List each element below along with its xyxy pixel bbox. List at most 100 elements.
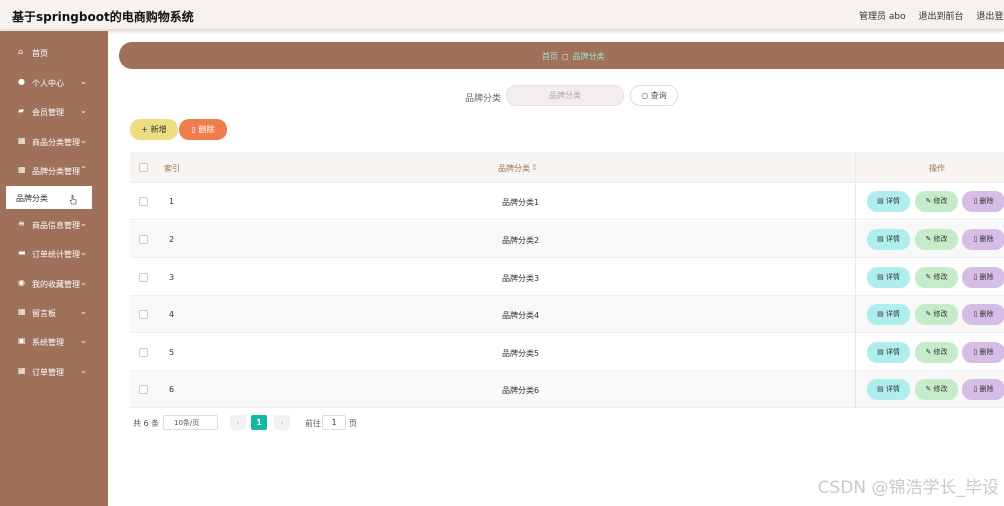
detail-button[interactable]: ▤ 详情 xyxy=(867,304,910,325)
trash-icon: ▯ xyxy=(973,348,978,356)
delete-button[interactable]: ▯ 删除 xyxy=(962,342,1004,363)
delete-label: 删除 xyxy=(979,310,994,318)
edit-button[interactable]: ✎ 修改 xyxy=(915,342,958,363)
sidebar-subitem-label: 品牌分类 xyxy=(16,194,48,203)
row-checkbox[interactable] xyxy=(139,348,148,357)
edit-button[interactable]: ✎ 修改 xyxy=(915,229,958,250)
admin-label: 管理员 abo xyxy=(859,12,906,22)
delete-button[interactable]: ▯ 删除 xyxy=(962,304,1004,325)
row-checkbox[interactable] xyxy=(139,197,148,206)
sidebar-item-system[interactable]: ▣ 系统管理 ⌄ xyxy=(0,331,108,353)
trash-icon: ▯ xyxy=(191,125,196,134)
edit-button[interactable]: ✎ 修改 xyxy=(915,191,958,212)
delete-label: 删除 xyxy=(979,235,994,243)
sidebar-item-favorites[interactable]: ◉ 我的收藏管理 ⌄ xyxy=(0,273,108,295)
sidebar-item-order-stats[interactable]: ▬ 订单统计管理 ⌄ xyxy=(0,243,108,265)
home-icon: ⌂ xyxy=(18,47,24,56)
current-page-button[interactable]: 1 xyxy=(251,415,267,430)
detail-button[interactable]: ▤ 详情 xyxy=(867,229,910,250)
table-row: 6 品牌分类6 ▤ 详情 ✎ 修改 ▯ 删除 xyxy=(130,371,1004,408)
search-label: 品牌分类 xyxy=(465,94,502,104)
delete-label: 删除 xyxy=(979,348,994,356)
sidebar-item-label: 订单管理 xyxy=(32,368,64,377)
grid-icon: ▦ xyxy=(18,136,26,145)
delete-label: 删除 xyxy=(979,385,994,393)
grid-icon: ▦ xyxy=(18,165,26,174)
pencil-icon: ✎ xyxy=(925,273,932,281)
detail-button[interactable]: ▤ 详情 xyxy=(867,379,910,400)
gear-icon: ▣ xyxy=(18,336,26,345)
edit-button[interactable]: ✎ 修改 xyxy=(915,304,958,325)
delete-button[interactable]: ▯ 删除 xyxy=(962,379,1004,400)
chevron-down-icon: ⌄ xyxy=(80,248,87,257)
detail-button[interactable]: ▤ 详情 xyxy=(867,191,910,212)
chevron-down-icon: ⌄ xyxy=(80,219,87,228)
sidebar-item-label: 商品信息管理 xyxy=(32,221,80,230)
add-button[interactable]: + 新增 xyxy=(130,119,178,140)
chevron-down-icon: ⌄ xyxy=(80,278,87,287)
sidebar-item-label: 留言板 xyxy=(32,309,56,318)
delete-button[interactable]: ▯ 删除 xyxy=(962,229,1004,250)
sidebar-item-profile[interactable]: ● 个人中心 ⌄ xyxy=(0,72,108,94)
delete-button[interactable]: ▯ 删除 xyxy=(962,191,1004,212)
delete-button[interactable]: ▯ 删除 xyxy=(962,267,1004,288)
detail-button[interactable]: ▤ 详情 xyxy=(867,342,910,363)
cell-index: 3 xyxy=(169,273,175,282)
sidebar-item-label: 会员管理 xyxy=(32,108,64,117)
chart-icon: ▬ xyxy=(18,248,26,257)
sidebar-item-product-category[interactable]: ▦ 商品分类管理 ⌄ xyxy=(0,131,108,153)
top-right-links: 管理员 abo 退出到前台 退出登录 xyxy=(859,9,1004,22)
detail-label: 详情 xyxy=(885,385,900,393)
sort-icon[interactable]: ⇕ xyxy=(531,163,538,172)
page-jump-input[interactable]: 1 xyxy=(322,415,346,430)
chevron-down-icon: ⌄ xyxy=(80,336,87,345)
heart-icon: ◉ xyxy=(18,278,25,287)
next-page-button[interactable]: › xyxy=(274,415,290,430)
watermark: CSDN @锦浩学长_毕设 xyxy=(817,478,999,498)
pager-total: 共 6 条 xyxy=(133,419,160,428)
pagination: 共 6 条 10条/页 ‹ 1 › 前往 1 页 xyxy=(133,415,433,431)
batch-delete-button[interactable]: ▯ 删除 xyxy=(179,119,227,140)
sidebar-item-home[interactable]: ⌂ 首页 xyxy=(0,42,108,64)
breadcrumb-home[interactable]: 首页 xyxy=(542,52,558,61)
edit-label: 修改 xyxy=(933,348,948,356)
select-all-checkbox[interactable] xyxy=(139,163,148,172)
trash-icon: ▯ xyxy=(973,273,978,281)
sidebar-item-label: 首页 xyxy=(32,49,48,58)
document-icon: ▤ xyxy=(877,235,884,243)
breadcrumb-current: 品牌分类 xyxy=(572,52,605,61)
row-checkbox[interactable] xyxy=(139,273,148,282)
prev-page-button[interactable]: ‹ xyxy=(230,415,246,430)
sidebar-item-orders[interactable]: ▦ 订单管理 ⌄ xyxy=(0,361,108,383)
sidebar-subitem-brand[interactable]: 品牌分类 xyxy=(6,186,92,209)
brand-table: 索引 品牌分类 ⇕ 操作 1 品牌分类1 ▤ 详情 ✎ 修改 ▯ 删除 2 品牌… xyxy=(130,152,1004,408)
delete-label: 删除 xyxy=(979,197,994,205)
sidebar-item-label: 订单统计管理 xyxy=(32,250,80,259)
page-size-select[interactable]: 10条/页 xyxy=(163,415,218,430)
sidebar-item-message-board[interactable]: ▦ 留言板 ⌄ xyxy=(0,302,108,324)
logout-link[interactable]: 退出登录 xyxy=(976,12,1004,22)
header-brand[interactable]: 品牌分类 xyxy=(498,163,530,174)
cell-brand: 品牌分类4 xyxy=(502,311,540,320)
exit-front-link[interactable]: 退出到前台 xyxy=(918,12,963,22)
sidebar-item-brand-category[interactable]: ▦ 品牌分类管理 ⌃ xyxy=(0,160,108,182)
header-ops: 操作 xyxy=(929,164,945,173)
search-input[interactable]: 品牌分类 xyxy=(506,85,624,106)
cell-index: 5 xyxy=(169,348,175,357)
chevron-down-icon: ⌄ xyxy=(80,77,87,86)
row-checkbox[interactable] xyxy=(139,235,148,244)
edit-button[interactable]: ✎ 修改 xyxy=(915,379,958,400)
search-button[interactable]: ○ 查询 xyxy=(630,85,678,106)
row-checkbox[interactable] xyxy=(139,310,148,319)
breadcrumb-bar: 首页 ◻ 品牌分类 xyxy=(119,42,1004,69)
detail-button[interactable]: ▤ 详情 xyxy=(867,267,910,288)
chevron-down-icon: ⌄ xyxy=(80,307,87,316)
edit-button[interactable]: ✎ 修改 xyxy=(915,267,958,288)
sidebar-item-members[interactable]: ▰ 会员管理 ⌄ xyxy=(0,101,108,123)
grid-icon: ▦ xyxy=(18,366,26,375)
pencil-icon: ✎ xyxy=(925,385,932,393)
table-row: 4 品牌分类4 ▤ 详情 ✎ 修改 ▯ 删除 xyxy=(130,296,1004,333)
row-checkbox[interactable] xyxy=(139,385,148,394)
edit-label: 修改 xyxy=(933,310,948,318)
sidebar-item-product-info[interactable]: ≡ 商品信息管理 ⌄ xyxy=(0,214,108,236)
